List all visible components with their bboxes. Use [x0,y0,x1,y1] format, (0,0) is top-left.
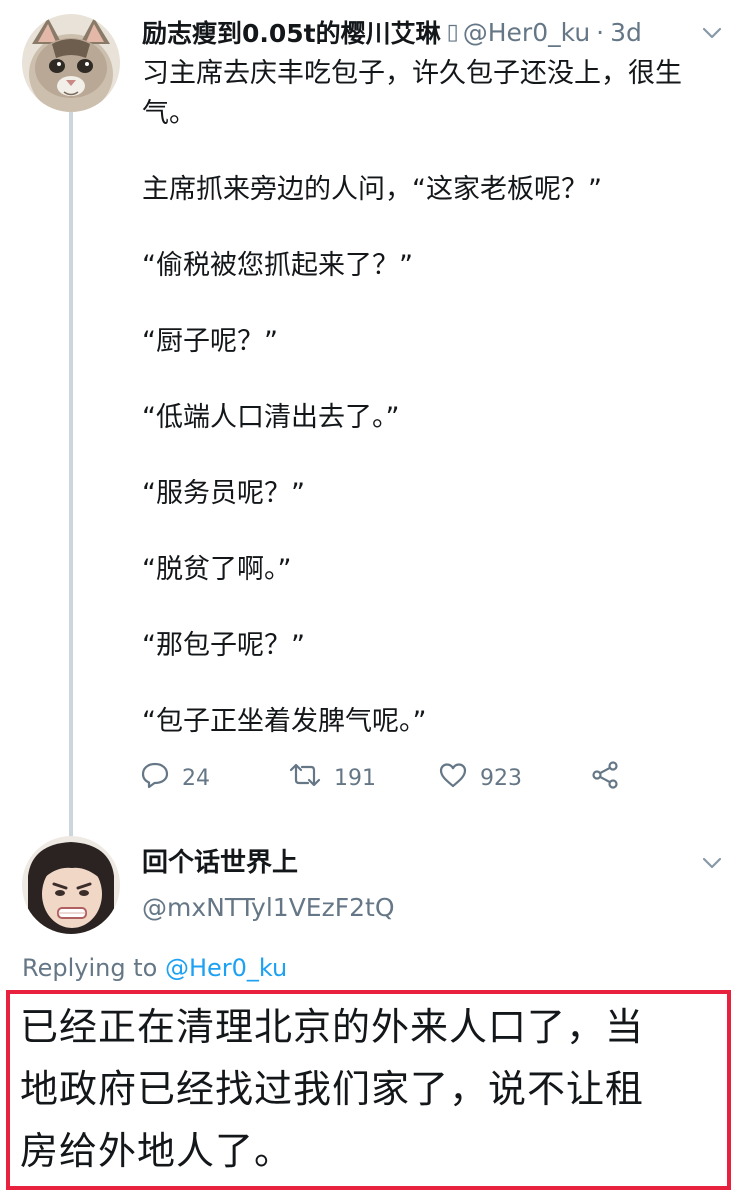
reply-text-line: 地政府已经找过我们家了，说不让租 [20,1067,645,1111]
tweet-paragraph: “那包子呢？” [142,630,305,661]
reply-text-line: 房给外地人了。 [20,1129,294,1173]
separator-dot: · [596,17,605,47]
badge-icon: ▯ [446,19,459,45]
chevron-down-icon[interactable] [697,848,727,878]
reply-author-handle[interactable]: @mxNTTyl1VEzF2tQ [142,893,395,922]
tweet-paragraph: “服务员呢？” [142,478,305,509]
tweet-text: 习主席去庆丰吃包子，许久包子还没上，很生气。 主席抓来旁边的人问，“这家老板呢？… [142,54,722,742]
tweet-paragraph: “低端人口清出去了。” [142,402,400,433]
tweet-paragraph: 习主席去庆丰吃包子，许久包子还没上，很生气。 [142,58,682,129]
retweet-button[interactable]: 191 [288,756,376,800]
tweet-time[interactable]: 3d [610,18,642,47]
tweet-header: 励志瘦到0.05t的樱川艾琳 ▯ @Her0_ku · 3d [142,12,722,52]
tweet-paragraph: “脱贫了啊。” [142,554,292,585]
replying-to-handle-link[interactable]: @Her0_ku [165,954,287,982]
share-icon [590,760,620,796]
tweet-paragraph: 主席抓来旁边的人问，“这家老板呢？” [142,174,602,205]
comment-icon [140,761,170,795]
reply-count: 24 [182,765,210,791]
reply-button[interactable]: 24 [140,756,210,800]
tweet-paragraph: “包子正坐着发脾气呢。” [142,706,427,737]
share-button[interactable] [590,756,620,800]
heart-icon [438,761,468,795]
reply-author-display-name[interactable]: 回个话世界上 [142,842,298,879]
retweet-count: 191 [334,765,376,791]
like-button[interactable]: 923 [438,756,522,800]
reply-tweet-text: 已经正在清理北京的外来人口了，当 地政府已经找过我们家了，说不让租 房给外地人了… [20,996,720,1182]
reply-text-line: 已经正在清理北京的外来人口了，当 [20,1005,645,1049]
author-display-name[interactable]: 励志瘦到0.05t的樱川艾琳 [142,14,441,50]
replying-to-label: Replying to [22,954,165,982]
tweet-action-bar: 24 191 923 [140,756,660,800]
cat-avatar-icon[interactable] [22,14,120,112]
tweet-paragraph: “偷税被您抓起来了？” [142,250,413,281]
retweet-icon [288,762,322,794]
thread-connector-line [69,112,73,840]
author-handle[interactable]: @Her0_ku [463,18,590,47]
chevron-down-icon[interactable] [697,18,727,48]
like-count: 923 [480,765,522,791]
replying-to: Replying to @Her0_ku [22,954,287,982]
tweet-paragraph: “厨子呢？” [142,326,278,357]
user-avatar-icon[interactable] [22,836,120,934]
